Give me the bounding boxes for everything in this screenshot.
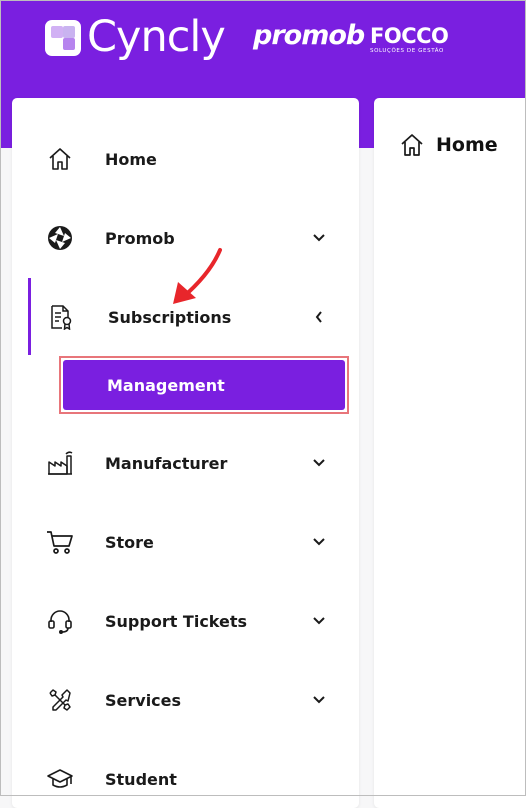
chevron-down-icon[interactable] (309, 690, 329, 710)
main-content-panel: Home (374, 98, 526, 808)
page-header: Home (398, 132, 498, 158)
sidebar-item-store[interactable]: Store (12, 517, 359, 567)
sidebar-nav: Home Promob Subscriptions Management Man… (12, 98, 359, 808)
sidebar-item-home[interactable]: Home (12, 134, 359, 184)
sidebar-item-student[interactable]: Student (12, 754, 359, 804)
graduation-cap-icon (46, 765, 74, 793)
cyncly-wordmark: Cyncly (87, 12, 226, 62)
page-title: Home (436, 134, 498, 156)
home-icon (401, 134, 423, 156)
submenu-item-management[interactable]: Management (63, 360, 345, 410)
cart-icon (46, 528, 74, 556)
chevron-down-icon[interactable] (309, 611, 329, 631)
tools-icon (46, 686, 74, 714)
red-arrow-icon (173, 248, 222, 304)
sidebar-item-label: Support Tickets (105, 611, 248, 631)
certificate-icon (46, 303, 74, 331)
cyncly-logo-mark-icon (45, 19, 81, 56)
sidebar-item-label: Manufacturer (105, 453, 228, 473)
focco-tagline: SOLUÇÕES DE GESTÃO (370, 48, 444, 54)
focco-logo[interactable]: FOCCO SOLUÇÕES DE GESTÃO (370, 24, 449, 55)
submenu-item-label: Management (107, 375, 225, 395)
promob-logo[interactable]: promob (253, 22, 365, 49)
sidebar-item-support-tickets[interactable]: Support Tickets (12, 596, 359, 646)
headset-icon (46, 607, 74, 635)
sidebar-item-label: Services (105, 690, 182, 710)
chevron-down-icon[interactable] (309, 532, 329, 552)
cyncly-logo[interactable]: Cyncly (44, 12, 226, 62)
factory-icon (46, 449, 74, 477)
chevron-left-icon[interactable] (309, 307, 329, 327)
aperture-icon (46, 224, 74, 252)
sidebar-item-label: Student (105, 769, 177, 789)
focco-wordmark: FOCCO (370, 24, 449, 48)
sidebar-item-manufacturer[interactable]: Manufacturer (12, 438, 359, 488)
chevron-down-icon[interactable] (309, 228, 329, 248)
sidebar-item-label: Store (105, 532, 154, 552)
sidebar-item-services[interactable]: Services (12, 675, 359, 725)
chevron-down-icon[interactable] (309, 453, 329, 473)
sidebar-item-label: Home (105, 149, 157, 169)
home-icon (46, 145, 74, 173)
